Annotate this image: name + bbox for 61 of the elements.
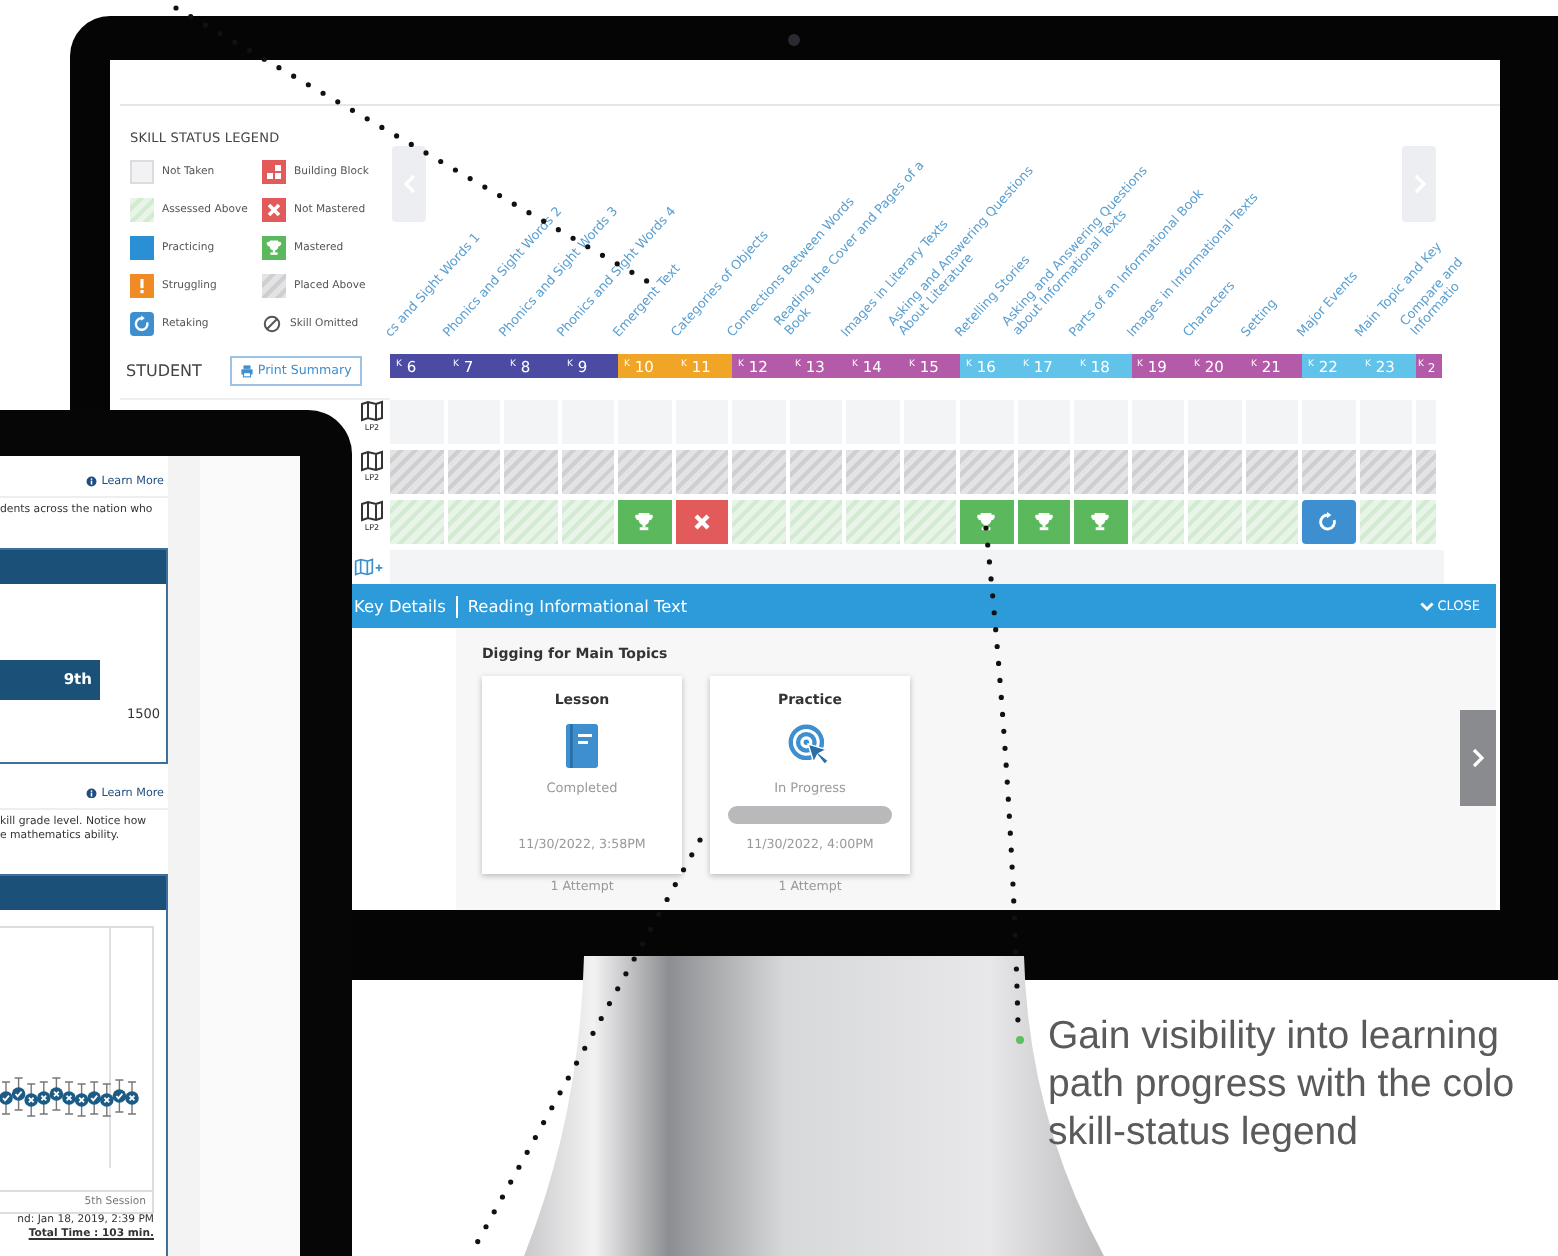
hatched-cell — [390, 500, 443, 544]
hatched-cell — [447, 500, 500, 544]
hatched-cell — [504, 450, 557, 494]
hatched-cell — [789, 450, 842, 494]
hatched-cell — [1245, 450, 1298, 494]
book-icon — [560, 722, 604, 770]
camera-dot — [788, 34, 800, 46]
hatched-cell — [1074, 450, 1127, 494]
add-map-icon[interactable] — [354, 556, 384, 578]
trophy-icon — [1031, 510, 1056, 534]
hatched-cell — [504, 500, 557, 544]
hatched-cell — [1416, 500, 1436, 544]
hatched-cell — [732, 450, 785, 494]
legend-swatch — [130, 236, 154, 260]
map-icon[interactable] — [360, 400, 384, 422]
hatched-cell — [675, 450, 728, 494]
map-icon[interactable] — [360, 500, 384, 522]
hatched-cell — [789, 500, 842, 544]
breadcrumb-item: Reading Informational Text — [467, 596, 688, 616]
chevron-right-icon — [1472, 748, 1484, 768]
circular-arrow-icon — [1316, 510, 1341, 534]
caption-text: Gain visibility into learning path progress with the colo skill-status legend — [1048, 1012, 1515, 1156]
legend-swatch — [130, 160, 154, 184]
target-cursor-icon — [788, 722, 832, 770]
leader-end-dot — [1016, 1036, 1024, 1044]
hatched-cell — [447, 450, 500, 494]
hatched-cell — [846, 500, 899, 544]
column-header: STUDENT — [126, 362, 202, 380]
chevron-down-icon — [1419, 601, 1434, 611]
legend-swatch — [262, 274, 286, 298]
hatched-cell — [1359, 450, 1412, 494]
map-icon[interactable] — [360, 450, 384, 472]
hatched-cell — [1131, 500, 1184, 544]
hatched-cell — [846, 450, 899, 494]
hatched-cell — [903, 500, 956, 544]
hatched-cell — [903, 450, 956, 494]
hatched-cell — [732, 500, 785, 544]
hatched-cell — [1359, 500, 1412, 544]
info-icon — [86, 787, 98, 799]
hatched-cell — [1188, 500, 1241, 544]
hatched-cell — [1017, 450, 1070, 494]
hatched-cell — [1416, 450, 1436, 494]
trophy-icon — [974, 510, 999, 534]
trophy-icon — [632, 510, 657, 534]
x-mark-icon — [689, 510, 714, 534]
omitted-icon — [262, 314, 282, 334]
printer-icon — [239, 364, 254, 378]
trophy-icon — [1088, 510, 1113, 534]
hatched-cell — [390, 450, 443, 494]
hatched-cell — [1131, 450, 1184, 494]
info-icon — [86, 476, 98, 488]
hatched-cell — [618, 450, 671, 494]
legend-swatch — [130, 198, 154, 222]
breadcrumb-item: Key Details — [354, 596, 446, 616]
hatched-cell — [960, 450, 1013, 494]
hatched-cell — [561, 500, 614, 544]
next-button[interactable] — [1460, 710, 1496, 806]
hatched-cell — [1302, 450, 1355, 494]
hatched-cell — [1188, 450, 1241, 494]
hatched-cell — [1245, 500, 1298, 544]
hatched-cell — [561, 450, 614, 494]
